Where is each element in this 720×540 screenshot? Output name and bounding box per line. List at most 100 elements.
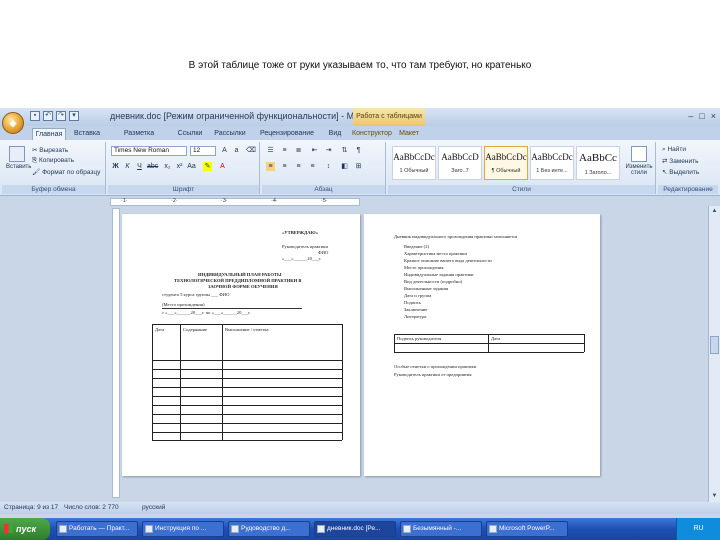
scroll-up-icon[interactable]: ▲ [710,207,719,216]
vertical-scrollbar[interactable]: ▲ ▼ [708,206,720,502]
replace-button[interactable]: ⇄ Заменить [662,157,698,165]
close-icon[interactable]: × [711,111,716,121]
scroll-down-icon[interactable]: ▼ [710,492,719,501]
style-normal[interactable]: AaBbCcDc ¶ Обычный [484,146,528,180]
tab-review[interactable]: Рецензирование [254,128,320,140]
highlight-icon[interactable]: ✎ [203,162,212,171]
strikethrough-icon[interactable]: abc [147,162,158,171]
powerpoint-icon [489,525,497,533]
bullets-icon[interactable]: ☰ [266,146,275,155]
quick-access-toolbar: ▪ ↶ ↷ ▾ [30,111,79,121]
office-button[interactable]: ◈ [2,112,24,134]
font-size-combo[interactable]: 12 [190,146,216,156]
sort-icon[interactable]: ⇅ [340,146,349,155]
paragraph-group-label: Абзац [262,185,385,194]
pilcrow-icon[interactable]: ¶ [354,146,363,155]
taskbar-item[interactable]: Рудоводство д... [228,521,310,537]
page2-line: Литература [404,314,427,319]
status-page[interactable]: Страница: 9 из 17 [4,504,58,511]
taskbar-item[interactable]: Инструкция по ... [142,521,224,537]
tab-references[interactable]: Ссылки [174,128,206,140]
style-heading-1[interactable]: AaBbCc 1 Заголо... [576,146,620,180]
font-name-combo[interactable]: Times New Roman [111,146,187,156]
document-page-2[interactable]: Дневник индивидуального прохождения прак… [364,214,600,476]
start-button[interactable]: пуск [0,518,50,540]
grow-font-icon[interactable]: A [220,146,229,155]
app-icon [59,525,67,533]
heading-line-2: ТЕХНОЛОГИЧЕСКОЙ ПРЕДДИПЛОМНОЙ ПРАКТИКИ В [174,278,302,283]
windows-flag-icon [4,524,13,533]
app-icon [403,525,411,533]
minimize-icon[interactable]: – [688,111,693,121]
multilevel-list-icon[interactable]: ≣ [294,146,303,155]
tab-insert[interactable]: Вставка [70,128,104,140]
bold-icon[interactable]: Ж [111,162,120,171]
page2-line: Индивидуальные задания практики [404,272,474,277]
font-color-icon[interactable]: A [218,162,227,171]
tab-layout[interactable]: Макет [396,128,422,140]
tab-page-layout[interactable]: Разметка страницы [108,128,170,149]
style-heading-7[interactable]: AaBbCcD Заго..7 [438,146,482,180]
approve-fio: ФИО [318,250,329,255]
italic-icon[interactable]: К [123,162,132,171]
cut-button[interactable]: ✂ Вырезать [32,146,68,154]
align-center-icon[interactable]: ≡ [280,162,289,171]
scroll-thumb[interactable] [710,336,719,354]
word-window: ▪ ↶ ↷ ▾ дневник.doc [Режим ограниченной … [0,108,720,540]
taskbar-item[interactable]: Microsoft PowerP... [486,521,568,537]
increase-indent-icon[interactable]: ⇥ [324,146,333,155]
tab-home[interactable]: Главная [32,128,66,140]
col-date: Дата [155,327,165,332]
borders-icon[interactable]: ⊞ [354,162,363,171]
paste-button[interactable]: Вставить [6,146,31,176]
taskbar: пуск Работать — Практ... Инструкция по .… [0,518,720,540]
superscript-icon[interactable]: x² [175,162,184,171]
tab-mailings[interactable]: Рассылки [210,128,250,140]
maximize-icon[interactable]: □ [699,111,704,121]
taskbar-item[interactable]: Работать — Практ... [56,521,138,537]
taskbar-item-active[interactable]: дневник.doc [Ре... [314,521,396,537]
line-spacing-icon[interactable]: ↕ [324,162,333,171]
page2-line: Вид деятельности (подробно) [404,279,463,284]
font-group-label: Шрифт [108,185,259,194]
underline-icon[interactable]: Ч [135,162,144,171]
align-left-icon[interactable]: ≡ [266,162,275,171]
copy-button[interactable]: ⎘ Копировать [32,157,74,165]
format-painter-button[interactable]: 🖌 Формат по образцу [32,168,100,176]
shrink-font-icon[interactable]: a [232,146,241,155]
tab-design[interactable]: Конструктор [352,128,392,140]
select-button[interactable]: ↖ Выделить [662,168,699,176]
dropdown-icon[interactable]: ▾ [69,111,79,121]
horizontal-ruler[interactable]: ·1· ·2· ·3· ·4· ·5· [110,198,360,206]
clipboard-group: Вставить ✂ Вырезать ⎘ Копировать 🖌 Форма… [2,142,106,194]
tab-view[interactable]: Вид [324,128,346,140]
justify-icon[interactable]: ≡ [308,162,317,171]
page2-intro: Дневник индивидуального прохождения прак… [394,234,518,239]
page2-line: Характеристика места практики [404,251,467,256]
style-no-spacing[interactable]: AaBbCcDc 1 Без инте... [530,146,574,180]
shading-icon[interactable]: ◧ [340,162,349,171]
clear-format-icon[interactable]: ⌫ [246,146,256,155]
find-button[interactable]: ⌕ Найти [662,146,686,154]
vertical-ruler[interactable] [112,208,120,498]
app-icon [231,525,239,533]
redo-icon[interactable]: ↷ [56,111,66,121]
numbering-icon[interactable]: ≡ [280,146,289,155]
save-icon[interactable]: ▪ [30,111,40,121]
document-page-1[interactable]: «УТВЕРЖДАЮ» Руководитель практики ФИО «_… [122,214,360,476]
system-tray[interactable]: RU [676,518,720,540]
taskbar-item[interactable]: Безымянный -... [400,521,482,537]
table-tools-title: Работа с таблицами [353,108,425,126]
style-normal-1[interactable]: AaBbCcDc 1 Обычный [392,146,436,180]
approve-text: «УТВЕРЖДАЮ» [282,230,318,235]
approve-line: Руководитель практики [282,244,328,249]
change-styles-button[interactable]: Изменить стили [624,146,654,176]
decrease-indent-icon[interactable]: ⇤ [310,146,319,155]
align-right-icon[interactable]: ≡ [294,162,303,171]
status-language[interactable]: русский [142,504,165,511]
subscript-icon[interactable]: x₂ [163,162,172,171]
status-words[interactable]: Число слов: 2 770 [64,504,119,511]
change-case-icon[interactable]: Aa [187,162,196,171]
undo-icon[interactable]: ↶ [43,111,53,121]
ribbon-tabs: Главная Вставка Разметка страницы Ссылки… [0,126,720,149]
